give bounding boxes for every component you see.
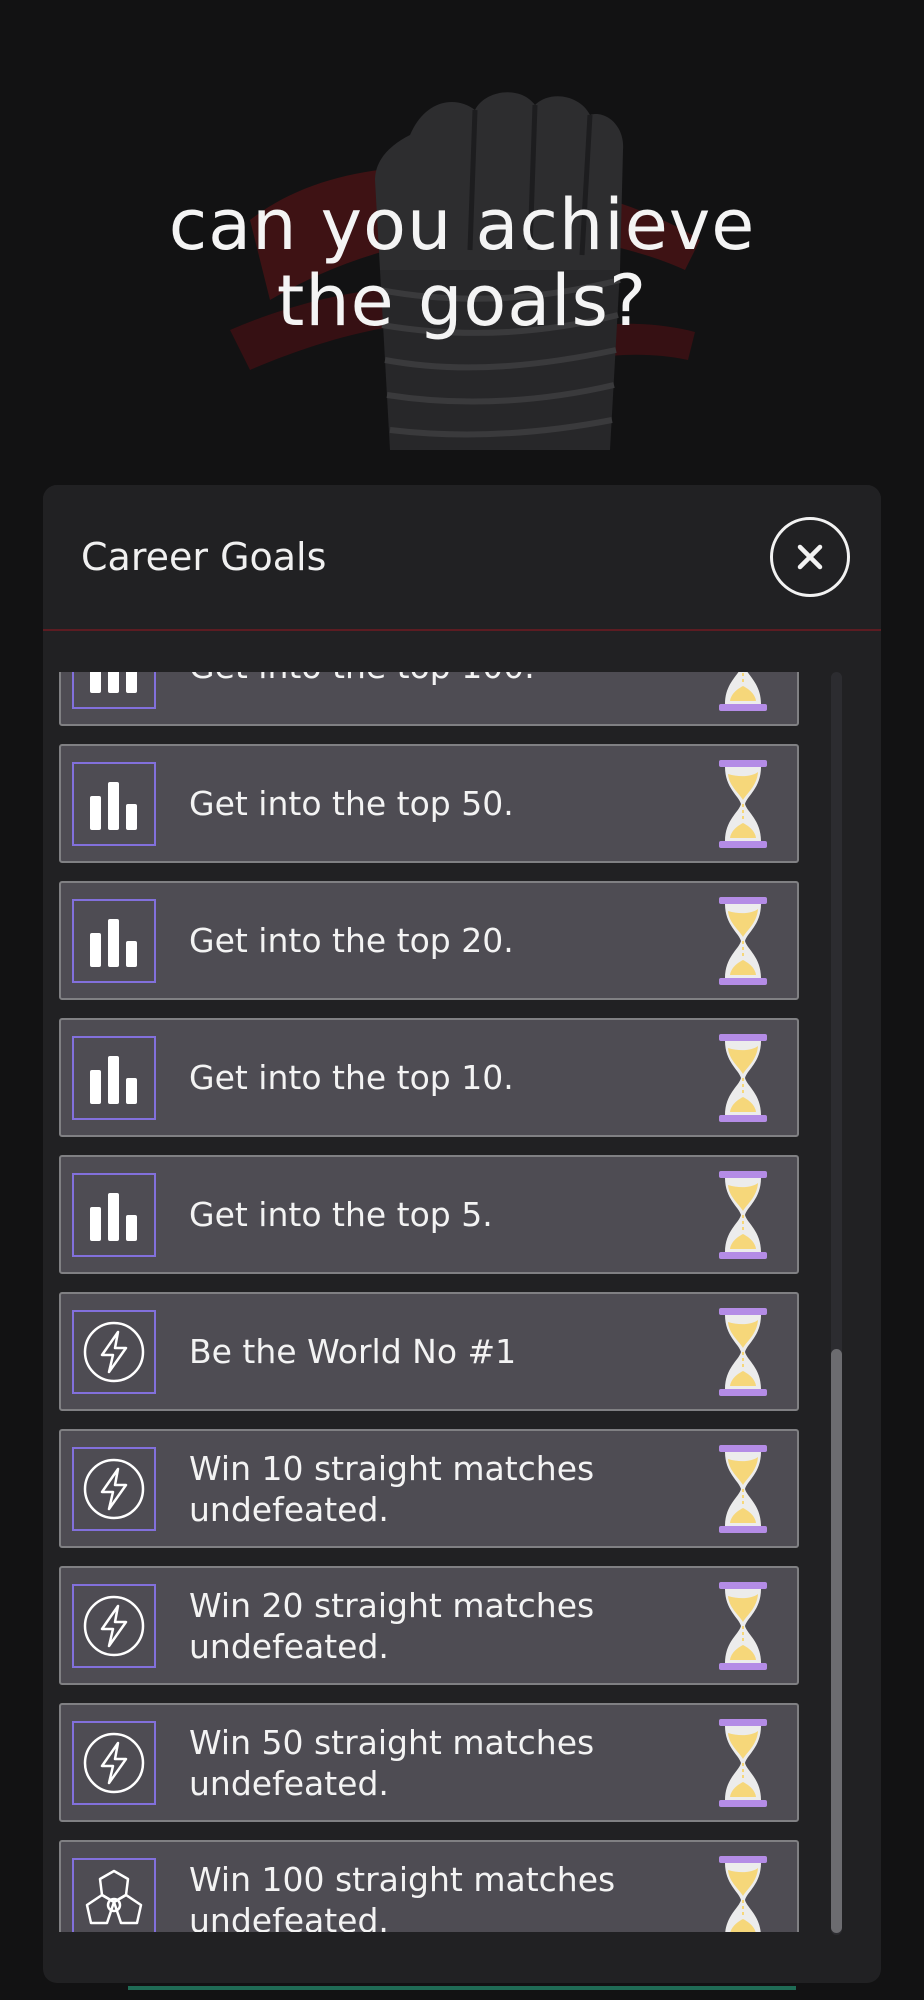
goal-text: Get into the top 50.: [189, 784, 514, 823]
screen: can you achieve the goals? Career Goals …: [0, 0, 924, 2000]
hourglass-icon: [719, 1856, 767, 1932]
goal-text: Win 10 straight matches undefeated.: [189, 1448, 595, 1529]
goal-item[interactable]: Win 10 straight matches undefeated.: [59, 1429, 799, 1548]
hourglass-icon: [719, 672, 767, 711]
bar-chart-icon: [72, 672, 156, 709]
goal-item[interactable]: Be the World No #1: [59, 1292, 799, 1411]
hourglass-icon: [719, 760, 767, 848]
goal-text: Be the World No #1: [189, 1332, 517, 1371]
lightning-icon: [72, 1310, 156, 1394]
hourglass-icon: [719, 1445, 767, 1533]
bottom-button-edge: [128, 1986, 796, 1990]
bar-chart-icon: [72, 762, 156, 846]
hourglass-icon: [719, 897, 767, 985]
lightning-icon: [72, 1721, 156, 1805]
goal-text: Get into the top 10.: [189, 1058, 514, 1097]
dialog-header: Career Goals: [43, 485, 881, 631]
headline: can you achieve the goals?: [0, 187, 924, 339]
hourglass-icon: [719, 1034, 767, 1122]
goal-text: Get into the top 5.: [189, 1195, 493, 1234]
headline-line-1: can you achieve: [168, 183, 756, 266]
goal-item[interactable]: Get into the top 50.: [59, 744, 799, 863]
goals-list-viewport[interactable]: Get into the top 100. Get into the top 5…: [43, 672, 881, 1932]
lightning-icon: [72, 1447, 156, 1531]
hourglass-icon: [719, 1308, 767, 1396]
hourglass-icon: [719, 1582, 767, 1670]
goal-item[interactable]: Get into the top 100.: [59, 672, 799, 726]
goal-item[interactable]: Get into the top 5.: [59, 1155, 799, 1274]
goal-text: Win 50 straight matches undefeated.: [189, 1722, 595, 1803]
close-button[interactable]: [770, 517, 850, 597]
hourglass-icon: [719, 1719, 767, 1807]
hourglass-icon: [719, 1171, 767, 1259]
headline-line-2: the goals?: [276, 259, 648, 342]
goal-item[interactable]: Get into the top 20.: [59, 881, 799, 1000]
goal-item[interactable]: Win 20 straight matches undefeated.: [59, 1566, 799, 1685]
goal-text: Get into the top 100.: [189, 672, 689, 724]
goal-text: Win 100 straight matches undefeated.: [189, 1859, 616, 1933]
lightning-icon: [72, 1584, 156, 1668]
goal-item[interactable]: Win 50 straight matches undefeated.: [59, 1703, 799, 1822]
goal-text: Win 20 straight matches undefeated.: [189, 1585, 595, 1666]
career-goals-dialog: Career Goals Get into the top 100.: [43, 485, 881, 1983]
close-icon: [797, 544, 823, 570]
goal-text: Get into the top 20.: [189, 921, 514, 960]
goal-item[interactable]: Win 100 straight matches undefeated.: [59, 1840, 799, 1932]
goals-list: Get into the top 100. Get into the top 5…: [59, 672, 799, 1932]
dialog-title: Career Goals: [81, 535, 327, 579]
bar-chart-icon: [72, 899, 156, 983]
scrollbar-thumb[interactable]: [831, 1349, 842, 1933]
emblem-icon: [72, 1858, 156, 1932]
goal-item[interactable]: Get into the top 10.: [59, 1018, 799, 1137]
bar-chart-icon: [72, 1173, 156, 1257]
bar-chart-icon: [72, 1036, 156, 1120]
